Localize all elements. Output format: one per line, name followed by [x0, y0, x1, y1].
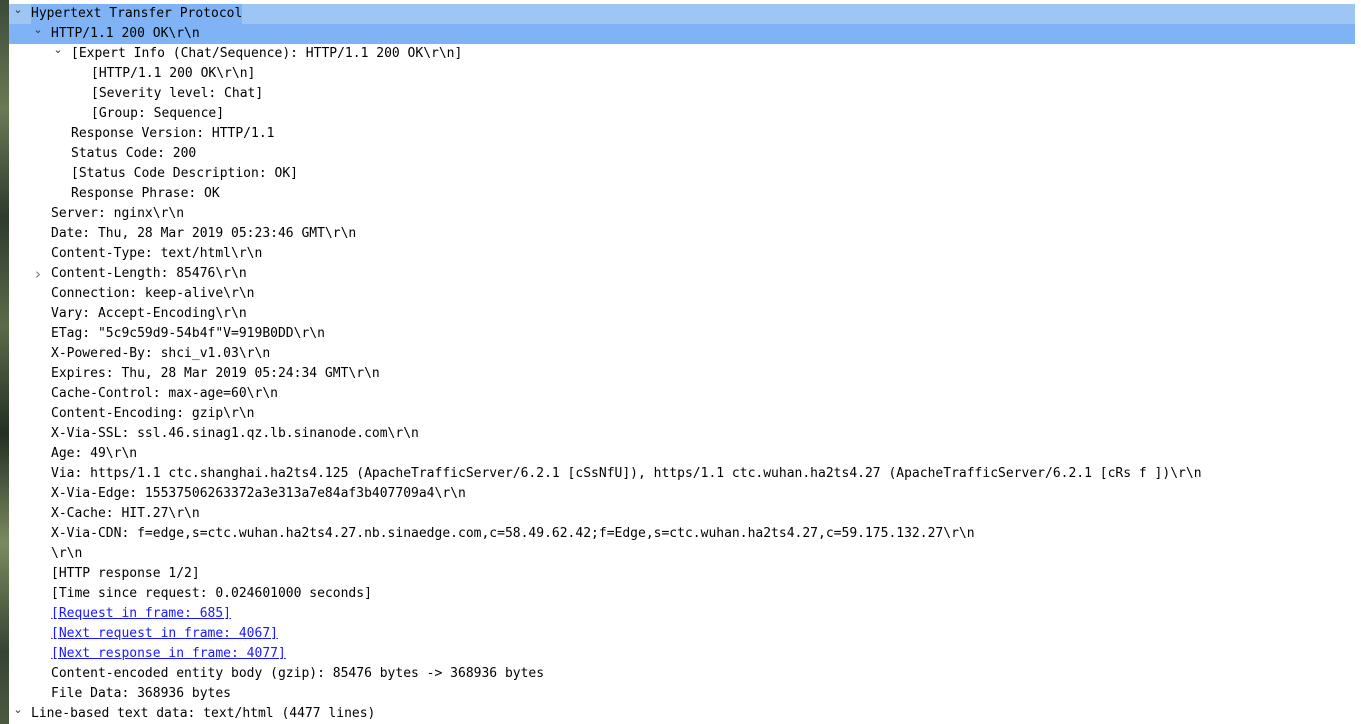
- tree-row[interactable]: [Severity level: Chat]: [9, 84, 1361, 104]
- tree-row[interactable]: Server: nginx\r\n: [9, 204, 1361, 224]
- tree-row[interactable]: [HTTP response 1/2]: [9, 564, 1361, 584]
- tree-row-label: [HTTP/1.1 200 OK\r\n]: [91, 66, 256, 81]
- tree-row[interactable]: [Group: Sequence]: [9, 104, 1361, 124]
- tree-row[interactable]: Vary: Accept-Encoding\r\n: [9, 304, 1361, 324]
- tree-row-label: Expires: Thu, 28 Mar 2019 05:24:34 GMT\r…: [51, 366, 380, 381]
- tree-row[interactable]: [Next response in frame: 4077]: [9, 644, 1361, 664]
- tree-row[interactable]: [Status Code Description: OK]: [9, 164, 1361, 184]
- tree-row-label: Line-based text data: text/html (4477 li…: [31, 706, 376, 721]
- tree-row[interactable]: Content-Type: text/html\r\n: [9, 244, 1361, 264]
- tree-row-label: X-Via-SSL: ssl.46.sinag1.qz.lb.sinanode.…: [51, 426, 419, 441]
- tree-row[interactable]: ⌄ HTTP/1.1 200 OK\r\n: [9, 23, 1361, 44]
- tree-row[interactable]: \r\n: [9, 544, 1361, 564]
- tree-row-label: Content-Encoding: gzip\r\n: [51, 406, 255, 421]
- tree-row-label: Content-Length: 85476\r\n: [51, 266, 247, 281]
- tree-row[interactable]: Content-Encoding: gzip\r\n: [9, 404, 1361, 424]
- tree-row[interactable]: ⌄ Hypertext Transfer Protocol: [9, 3, 1361, 24]
- tree-row-label: [Status Code Description: OK]: [71, 166, 298, 181]
- tree-row[interactable]: Cache-Control: max-age=60\r\n: [9, 384, 1361, 404]
- tree-row-label: \r\n: [51, 546, 83, 561]
- tree-row-label: Via: https/1.1 ctc.shanghai.ha2ts4.125 (…: [51, 466, 1202, 481]
- tree-row[interactable]: Via: https/1.1 ctc.shanghai.ha2ts4.125 (…: [9, 464, 1361, 484]
- tree-row[interactable]: Content-encoded entity body (gzip): 8547…: [9, 664, 1361, 684]
- tree-row[interactable]: › Content-Length: 85476\r\n: [9, 264, 1361, 284]
- tree-row-label: Date: Thu, 28 Mar 2019 05:23:46 GMT\r\n: [51, 226, 357, 241]
- expand-chevron-down-icon[interactable]: ⌄: [12, 0, 24, 20]
- tree-row[interactable]: [Time since request: 0.024601000 seconds…: [9, 584, 1361, 604]
- tree-row-label: Hypertext Transfer Protocol: [31, 4, 243, 24]
- tree-row[interactable]: X-Via-Edge: 15537506263372a3e313a7e84af3…: [9, 484, 1361, 504]
- tree-row[interactable]: Response Version: HTTP/1.1: [9, 124, 1361, 144]
- tree-row-label: X-Cache: HIT.27\r\n: [51, 506, 200, 521]
- tree-row[interactable]: X-Via-CDN: f=edge,s=ctc.wuhan.ha2ts4.27.…: [9, 524, 1361, 544]
- tree-row[interactable]: Date: Thu, 28 Mar 2019 05:23:46 GMT\r\n: [9, 224, 1361, 244]
- tree-row[interactable]: File Data: 368936 bytes: [9, 684, 1361, 704]
- frame-link[interactable]: [Request in frame: 685]: [51, 604, 231, 624]
- tree-row-label: File Data: 368936 bytes: [51, 686, 232, 701]
- tree-row-label: [Expert Info (Chat/Sequence): HTTP/1.1 2…: [71, 46, 463, 61]
- tree-row-label: X-Powered-By: shci_v1.03\r\n: [51, 346, 271, 361]
- collapse-chevron-right-icon[interactable]: ›: [32, 264, 44, 284]
- tree-row[interactable]: Response Phrase: OK: [9, 184, 1361, 204]
- tree-row[interactable]: X-Cache: HIT.27\r\n: [9, 504, 1361, 524]
- desktop-background-strip: [0, 0, 9, 724]
- tree-row-label: Vary: Accept-Encoding\r\n: [51, 306, 247, 321]
- tree-row-label: Response Version: HTTP/1.1: [71, 126, 275, 141]
- tree-row[interactable]: Connection: keep-alive\r\n: [9, 284, 1361, 304]
- tree-row-label: Response Phrase: OK: [71, 186, 220, 201]
- tree-row[interactable]: Status Code: 200: [9, 144, 1361, 164]
- tree-row-label: X-Via-Edge: 15537506263372a3e313a7e84af3…: [51, 486, 466, 501]
- frame-link[interactable]: [Next request in frame: 4067]: [51, 624, 278, 644]
- tree-row-label: [HTTP response 1/2]: [51, 566, 200, 581]
- tree-row[interactable]: X-Powered-By: shci_v1.03\r\n: [9, 344, 1361, 364]
- packet-details-tree[interactable]: [ ] ⌄Hypertext Transf: [9, 0, 1361, 724]
- tree-row-label: Connection: keep-alive\r\n: [51, 286, 255, 301]
- tree-row-label: Age: 49\r\n: [51, 446, 138, 461]
- vertical-scrollbar[interactable]: [1355, 0, 1361, 724]
- tree-row-label: [Time since request: 0.024601000 seconds…: [51, 586, 372, 601]
- tree-row-label: [Group: Sequence]: [91, 106, 225, 121]
- tree-row-label: Server: nginx\r\n: [51, 206, 185, 221]
- tree-row[interactable]: [HTTP/1.1 200 OK\r\n]: [9, 64, 1361, 84]
- expand-chevron-down-icon[interactable]: ⌄: [32, 20, 44, 40]
- tree-row[interactable]: ⌄ [Expert Info (Chat/Sequence): HTTP/1.1 …: [9, 43, 1361, 64]
- tree-row[interactable]: ETag: "5c9c59d9-54b4f"V=919B0DD\r\n: [9, 324, 1361, 344]
- tree-row[interactable]: [Request in frame: 685]: [9, 604, 1361, 624]
- tree-row[interactable]: Expires: Thu, 28 Mar 2019 05:24:34 GMT\r…: [9, 364, 1361, 384]
- tree-row-label: Cache-Control: max-age=60\r\n: [51, 386, 278, 401]
- tree-row-label: [Severity level: Chat]: [91, 86, 264, 101]
- tree-row-label: ETag: "5c9c59d9-54b4f"V=919B0DD\r\n: [51, 326, 325, 341]
- expand-chevron-down-icon[interactable]: ⌄: [12, 700, 24, 720]
- tree-row[interactable]: ⌄ Line-based text data: text/html (4477 l…: [9, 703, 1361, 724]
- tree-row[interactable]: Age: 49\r\n: [9, 444, 1361, 464]
- tree-row-label: X-Via-CDN: f=edge,s=ctc.wuhan.ha2ts4.27.…: [51, 526, 975, 541]
- frame-link[interactable]: [Next response in frame: 4077]: [51, 644, 286, 664]
- tree-row[interactable]: X-Via-SSL: ssl.46.sinag1.qz.lb.sinanode.…: [9, 424, 1361, 444]
- tree-row-label: Content-encoded entity body (gzip): 8547…: [51, 666, 545, 681]
- tree-row-label: Content-Type: text/html\r\n: [51, 246, 263, 261]
- tree-row-label: HTTP/1.1 200 OK\r\n: [51, 26, 200, 41]
- tree-row-label: Status Code: 200: [71, 146, 197, 161]
- tree-row[interactable]: [Next request in frame: 4067]: [9, 624, 1361, 644]
- expand-chevron-down-icon[interactable]: ⌄: [52, 40, 64, 60]
